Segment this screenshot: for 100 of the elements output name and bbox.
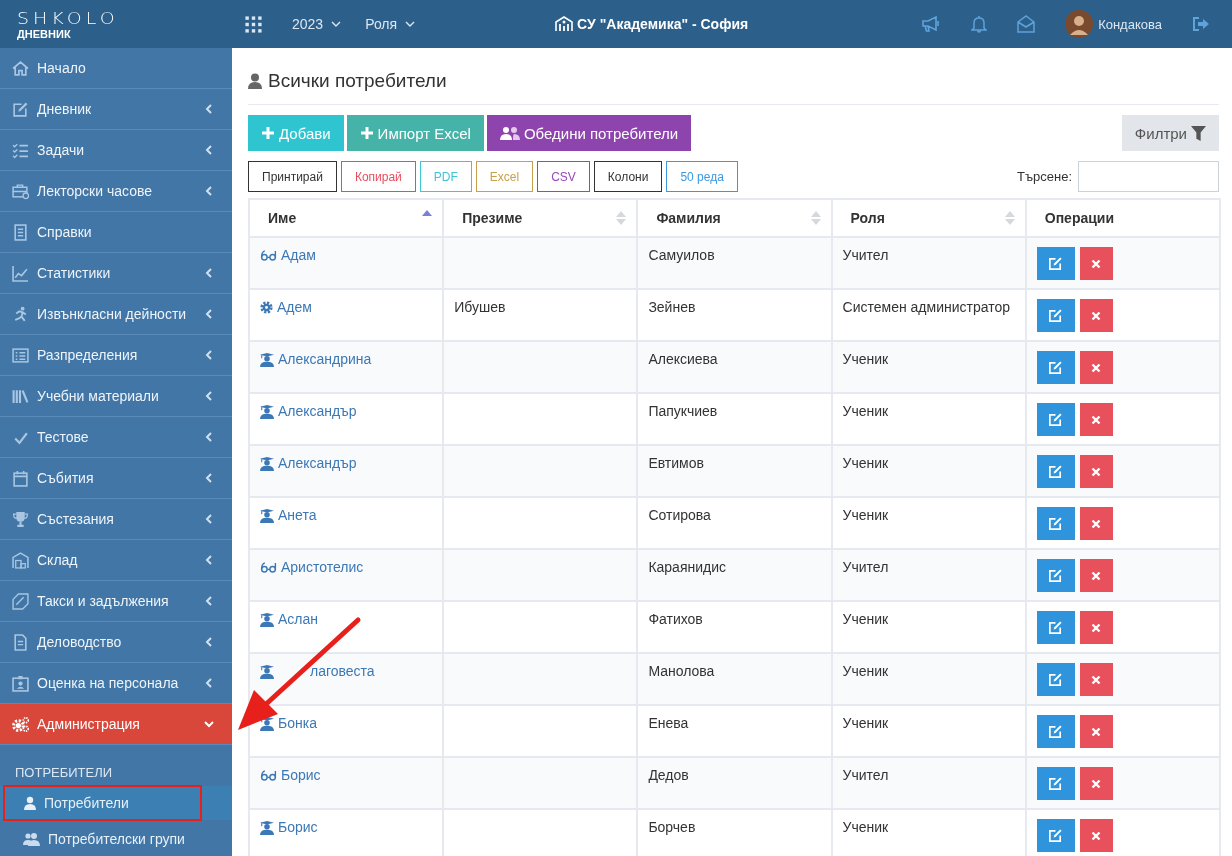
sidebar-item[interactable]: Събития (0, 458, 232, 499)
delete-button[interactable] (1079, 507, 1113, 540)
user-link[interactable]: Александрина (278, 351, 372, 368)
export-button[interactable]: Колони (593, 161, 663, 192)
edit-button[interactable] (1036, 611, 1075, 644)
user-icon (248, 73, 262, 89)
student-icon (260, 404, 274, 419)
column-header[interactable]: Роля (831, 199, 1026, 237)
delete-button[interactable] (1079, 559, 1113, 592)
runner-icon (12, 305, 29, 323)
close-icon (1091, 726, 1102, 737)
user-link[interactable]: лаговеста (310, 663, 375, 680)
edit-icon (1048, 412, 1064, 427)
year-dropdown[interactable]: 2023 (280, 16, 354, 32)
export-button[interactable]: Принтирай (248, 161, 337, 192)
avatar-icon[interactable] (1065, 10, 1094, 38)
user-link[interactable]: Бонка (278, 715, 317, 732)
edit-icon (1048, 360, 1064, 375)
action-button[interactable]: Обедини потребители (486, 115, 692, 151)
edit-button[interactable] (1036, 247, 1075, 280)
column-header[interactable]: Презиме (443, 199, 638, 237)
role-dropdown[interactable]: Роля (353, 16, 428, 32)
user-link[interactable]: Борис (278, 819, 318, 836)
table-cell: Ученик (842, 403, 889, 419)
export-button[interactable]: Копирай (340, 161, 416, 192)
table-cell: Евтимов (648, 455, 704, 471)
books-icon (12, 387, 29, 405)
edit-button[interactable] (1036, 403, 1075, 436)
close-icon (1091, 570, 1102, 581)
export-button[interactable]: 50 реда (666, 161, 738, 192)
table-cell: Папукчиев (648, 403, 718, 419)
user-link[interactable]: Анета (278, 507, 317, 524)
bell-icon[interactable] (971, 15, 988, 33)
edit-button[interactable] (1036, 767, 1075, 800)
sidebar-item[interactable]: Склад (0, 540, 232, 581)
export-button[interactable]: CSV (537, 161, 590, 192)
envelope-icon[interactable] (1017, 15, 1036, 33)
edit-button[interactable] (1036, 351, 1075, 384)
calendar-icon (12, 469, 29, 487)
gear-icon (260, 301, 273, 314)
logout-icon[interactable] (1192, 16, 1210, 32)
edit-button[interactable] (1036, 715, 1075, 748)
close-icon (1091, 674, 1102, 685)
id-card-icon (12, 674, 29, 692)
page-title: Всички потребители (268, 70, 447, 92)
caret-icon (331, 21, 342, 27)
table-cell: Самуилов (648, 247, 715, 263)
column-header[interactable]: Фамилия (637, 199, 832, 237)
column-header[interactable]: Име (249, 199, 444, 237)
edit-icon (1048, 828, 1064, 843)
close-icon (1091, 622, 1102, 633)
apps-grid-icon[interactable] (245, 15, 262, 33)
user-link[interactable]: Александър (278, 455, 357, 472)
delete-button[interactable] (1079, 351, 1113, 384)
user-link[interactable]: Александър (278, 403, 357, 420)
megaphone-icon[interactable] (921, 15, 942, 33)
user-name[interactable]: Кондакова (1098, 16, 1162, 32)
delete-button[interactable] (1079, 819, 1113, 852)
sidebar-item[interactable]: Разпределения (0, 335, 232, 376)
plus-icon (359, 126, 374, 140)
edit-icon (1048, 516, 1064, 531)
sidebar-item[interactable]: Състезания (0, 499, 232, 540)
delete-button[interactable] (1079, 767, 1113, 800)
edit-button[interactable] (1036, 507, 1075, 540)
action-button[interactable]: Импорт Excel (346, 115, 484, 151)
submenu-item[interactable]: Потребителски групи (0, 822, 232, 856)
export-button[interactable]: Excel (475, 161, 534, 192)
delete-button[interactable] (1079, 715, 1113, 748)
table-cell: Караянидис (648, 559, 726, 575)
delete-button[interactable] (1079, 455, 1113, 488)
checklist-icon (12, 141, 29, 159)
logo-subtitle: ДНЕВНИК (17, 27, 72, 41)
user-link[interactable]: Аристотелис (281, 559, 364, 576)
delete-button[interactable] (1079, 299, 1113, 332)
sidebar-item[interactable]: Такси и задължения (0, 581, 232, 622)
close-icon (1091, 778, 1102, 789)
edit-button[interactable] (1036, 559, 1075, 592)
edit-button[interactable] (1036, 663, 1075, 696)
search-field[interactable] (1078, 161, 1219, 192)
filter-button[interactable]: Филтри (1121, 115, 1219, 151)
edit-button[interactable] (1036, 819, 1075, 852)
user-link[interactable]: Адем (277, 299, 312, 316)
edit-button[interactable] (1036, 299, 1075, 332)
user-link[interactable]: Аслан (278, 611, 319, 628)
section-heading: ПОТРЕБИТЕЛИ (14, 764, 114, 782)
delete-button[interactable] (1079, 611, 1113, 644)
user-link[interactable]: Адам (281, 247, 316, 264)
close-icon (1091, 518, 1102, 529)
user-link[interactable]: Борис (281, 767, 321, 784)
student-icon (260, 820, 274, 835)
close-icon (1091, 414, 1102, 425)
edit-button[interactable] (1036, 455, 1075, 488)
delete-button[interactable] (1079, 403, 1113, 436)
delete-button[interactable] (1079, 663, 1113, 696)
delete-button[interactable] (1079, 247, 1113, 280)
sidebar-item[interactable]: Администрация (0, 704, 232, 745)
logo[interactable]: SHKOLO (17, 9, 119, 26)
sidebar-item[interactable]: Лекторски часове (0, 171, 232, 212)
table-cell: Манолова (648, 663, 715, 679)
submenu-item[interactable]: Потребители (0, 786, 232, 820)
